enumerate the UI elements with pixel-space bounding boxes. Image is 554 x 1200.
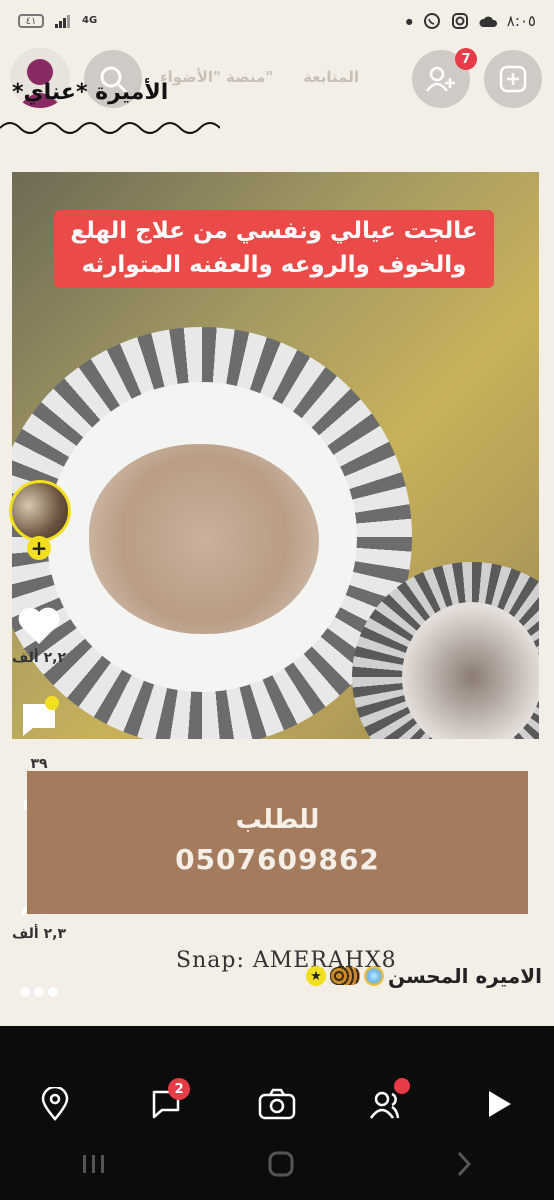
system-navigation (0, 1150, 554, 1178)
status-bar: ٤١ 4G ● ٨:٠٥ (0, 0, 554, 42)
tab-spotlight[interactable]: منصة "الأضواء" (160, 68, 273, 86)
instagram-icon (451, 12, 469, 30)
leopard-icon (329, 967, 360, 985)
nav-row: 2 (0, 1074, 554, 1134)
comment-count: ٣٩ (30, 756, 48, 772)
like-count: ٢,٢ ألف (11, 650, 67, 666)
more-dots-icon (20, 987, 58, 997)
battery-icon: ٤١ (18, 14, 44, 28)
recents-icon[interactable] (80, 1152, 108, 1176)
powder-image (89, 444, 319, 634)
add-user-icon (425, 66, 455, 92)
nav-friends[interactable] (358, 1074, 418, 1134)
wave-decoration (0, 122, 220, 134)
status-left: ٤١ 4G (18, 12, 97, 30)
username-label: الأميرة *عناي* (12, 80, 169, 105)
order-banner: للطلب 0507609862 (27, 771, 528, 914)
status-right: ● ٨:٠٥ (406, 12, 536, 30)
sun-badge-icon (363, 966, 384, 986)
order-title: للطلب (235, 805, 320, 835)
bottom-navigation: 2 (0, 1026, 554, 1200)
poster-name: الاميره المحسن (387, 964, 542, 988)
dot-icon: ● (405, 16, 413, 26)
comment-icon-wrap (19, 696, 59, 744)
status-time: ٨:٠٥ (506, 12, 536, 30)
bowl-center (402, 602, 539, 739)
nav-stories[interactable] (469, 1074, 529, 1134)
more-options-button[interactable] (0, 984, 78, 1000)
order-phone: 0507609862 (175, 843, 380, 876)
nav-map[interactable] (25, 1074, 85, 1134)
feed-tabs: منصة "الأضواء" المتابعة (160, 68, 359, 86)
nav-camera[interactable] (247, 1074, 307, 1134)
home-icon[interactable] (267, 1150, 295, 1178)
chat-badge: 2 (168, 1078, 191, 1100)
story-add-icon[interactable]: + (27, 536, 51, 560)
heart-icon (18, 607, 60, 644)
story-avatar[interactable] (9, 480, 71, 542)
whatsapp-icon (423, 12, 441, 30)
back-icon[interactable] (454, 1150, 474, 1178)
tab-following[interactable]: المتابعة (303, 68, 359, 86)
network-type: 4G (82, 15, 98, 26)
star-badge-icon: ★ (305, 966, 326, 986)
play-icon (488, 1091, 511, 1117)
nav-chat[interactable]: 2 (136, 1074, 196, 1134)
plus-square-icon (499, 65, 527, 93)
friends-dot (393, 1078, 410, 1094)
post-caption: عالجت عيالي ونفسي من علاج الهلع والخوف و… (54, 210, 494, 288)
like-action[interactable]: ٢,٢ ألف (0, 606, 78, 666)
plate-center (47, 382, 357, 692)
create-button[interactable] (484, 50, 542, 108)
post-image[interactable]: عالجت عيالي ونفسي من علاج الهلع والخوف و… (12, 172, 539, 739)
signal-icon (54, 12, 72, 30)
camera-icon (258, 1088, 296, 1120)
share-count: ٢,٣ ألف (11, 926, 67, 942)
comment-action[interactable]: ٣٩ (0, 696, 78, 772)
map-pin-icon (42, 1087, 69, 1121)
comment-dot (45, 696, 59, 710)
notification-badge: 7 (455, 48, 477, 70)
battery-level: ٤١ (25, 15, 37, 27)
cloud-icon (479, 12, 497, 30)
poster-info[interactable]: الاميره المحسن ★ (305, 964, 542, 988)
